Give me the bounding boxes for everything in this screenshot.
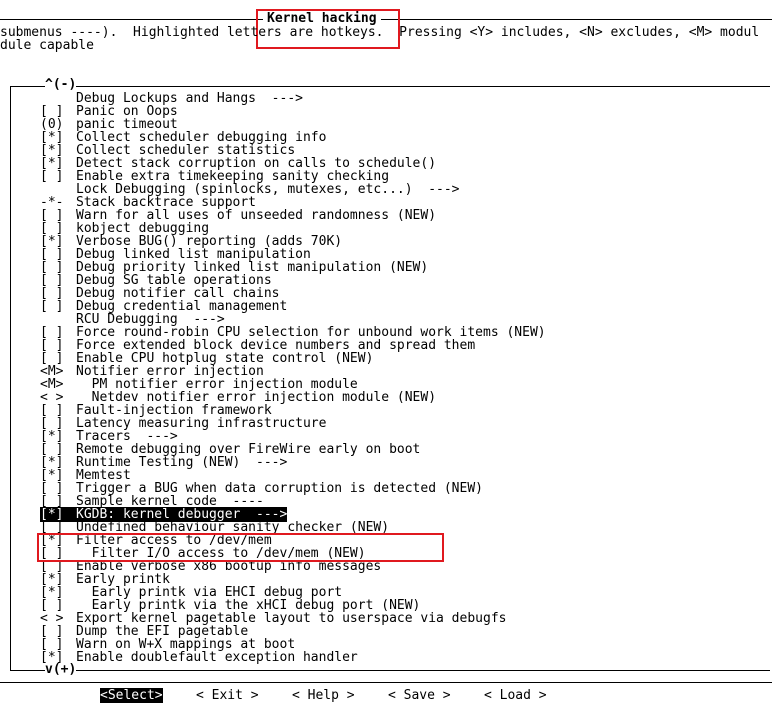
menu-item-content: [*] Enable doublefault exception handler xyxy=(40,650,358,665)
button-3[interactable]: < Help > xyxy=(292,689,355,703)
button-5[interactable]: < Load > xyxy=(484,689,547,703)
button-label: < Help > xyxy=(292,688,355,703)
help-text-line-1: submenus ----). Highlighted letters are … xyxy=(0,25,760,40)
button-label: < Load > xyxy=(484,688,547,703)
button-2[interactable]: < Exit > xyxy=(196,689,259,703)
menu-item-label: Enable doublefault exception handler xyxy=(76,650,358,665)
menu-item-state: [*] xyxy=(40,650,64,665)
menu-item[interactable]: [*] Enable doublefault exception handler xyxy=(40,651,358,664)
button-4[interactable]: < Save > xyxy=(388,689,451,703)
help-text-line-2: dule capable xyxy=(0,38,94,53)
button-1[interactable]: <Select> xyxy=(100,688,163,703)
filter-items-highlight-box xyxy=(37,533,444,562)
button-label: <Select> xyxy=(100,688,163,703)
button-bar-separator xyxy=(0,682,772,683)
button-label: < Exit > xyxy=(196,688,259,703)
menu-box-left-border xyxy=(10,86,11,670)
button-label: < Save > xyxy=(388,688,451,703)
menu-box-top-border xyxy=(10,86,770,87)
scroll-up-indicator[interactable]: ^(-) xyxy=(45,78,77,91)
menu-box-bottom-border xyxy=(10,670,770,671)
